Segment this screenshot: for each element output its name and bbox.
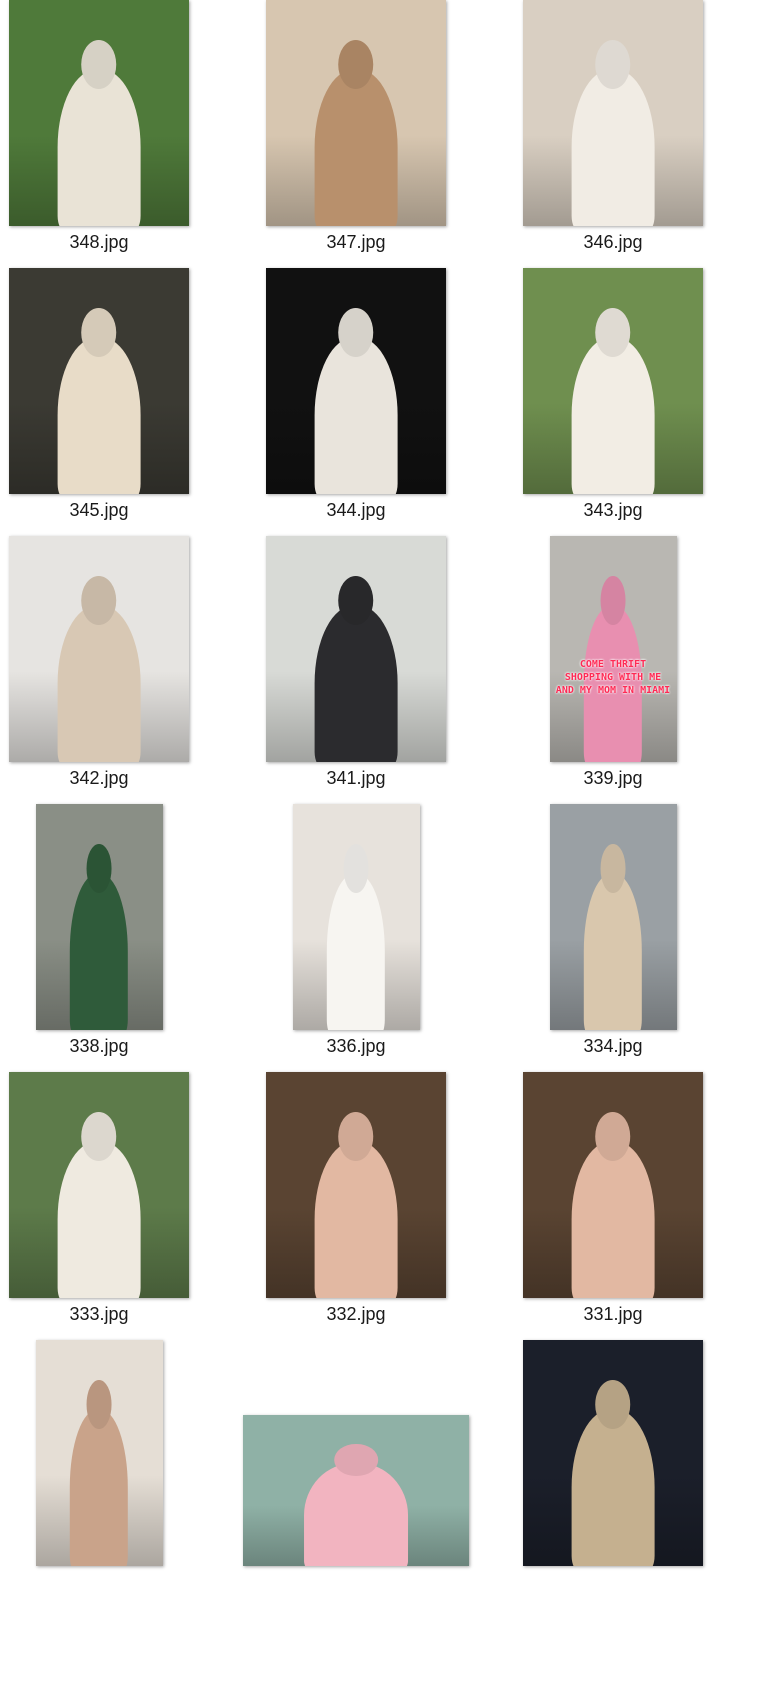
photo-subject [571,1141,655,1298]
file-thumbnail[interactable] [9,536,189,762]
file-thumbnail[interactable] [523,1340,703,1566]
file-name-label[interactable]: 345.jpg [0,500,209,521]
photo-subject [571,69,655,226]
photo-subject [57,1141,141,1298]
photo-subject [69,1409,129,1566]
thumbnail-caption-overlay: COME THRIFT SHOPPING WITH ME AND MY MOM … [555,659,671,697]
file-name-label[interactable]: 331.jpg [503,1304,723,1325]
file-thumbnail[interactable] [35,804,163,1030]
file-item[interactable]: 336.jpg [256,804,512,1072]
file-item[interactable]: 341.jpg [256,536,512,804]
file-item[interactable]: 347.jpg [256,0,512,268]
file-item[interactable]: 334.jpg [512,804,762,1072]
file-thumbnail[interactable] [523,268,703,494]
file-thumbnail[interactable] [9,1072,189,1298]
photo-subject [69,873,129,1030]
file-name-label[interactable]: 347.jpg [246,232,466,253]
photo-subject [583,873,643,1030]
file-name-label[interactable]: 343.jpg [503,500,723,521]
file-thumbnail[interactable] [9,0,189,226]
file-item[interactable]: COME THRIFT SHOPPING WITH ME AND MY MOM … [512,536,762,804]
photo-subject [57,69,141,226]
photo-subject [57,337,141,494]
photo-subject [314,1141,398,1298]
file-item[interactable]: 333.jpg [0,1072,256,1340]
photo-subject [314,69,398,226]
file-name-label[interactable]: 334.jpg [503,1036,723,1057]
file-thumbnail[interactable] [266,1072,446,1298]
file-grid: 348.jpg 347.jpg 346.jpg 345.jpg 344.jpg 343.j… [0,0,762,1698]
file-thumbnail[interactable] [549,804,677,1030]
file-item[interactable]: 343.jpg [512,268,762,536]
file-item[interactable]: 344.jpg [256,268,512,536]
file-name-label[interactable]: 336.jpg [246,1036,466,1057]
file-name-label[interactable]: 332.jpg [246,1304,466,1325]
file-thumbnail[interactable] [523,0,703,226]
file-name-label[interactable]: 339.jpg [503,768,723,789]
file-item[interactable]: 332.jpg [256,1072,512,1340]
file-name-label[interactable]: 346.jpg [503,232,723,253]
file-item[interactable]: 345.jpg [0,268,256,536]
photo-subject [326,873,386,1030]
photo-subject [571,1409,655,1566]
file-item[interactable]: 338.jpg [0,804,256,1072]
file-item[interactable] [512,1340,762,1608]
file-name-label[interactable]: 341.jpg [246,768,466,789]
photo-subject [314,605,398,762]
file-name-label[interactable]: 348.jpg [0,232,209,253]
file-name-label[interactable]: 342.jpg [0,768,209,789]
file-item[interactable] [243,1340,512,1608]
file-thumbnail[interactable]: COME THRIFT SHOPPING WITH ME AND MY MOM … [549,536,677,762]
file-name-label[interactable]: 344.jpg [246,500,466,521]
photo-subject [304,1463,408,1566]
file-item[interactable]: 346.jpg [512,0,762,268]
file-thumbnail[interactable] [523,1072,703,1298]
file-thumbnail[interactable] [243,1415,469,1566]
file-item[interactable]: 348.jpg [0,0,256,268]
file-thumbnail[interactable] [9,268,189,494]
file-item[interactable]: 342.jpg [0,536,256,804]
photo-subject [314,337,398,494]
file-thumbnail[interactable] [266,536,446,762]
file-item[interactable] [0,1340,256,1608]
file-name-label[interactable]: 333.jpg [0,1304,209,1325]
file-thumbnail[interactable] [266,268,446,494]
file-thumbnail[interactable] [266,0,446,226]
file-thumbnail[interactable] [35,1340,163,1566]
file-name-label[interactable]: 338.jpg [0,1036,209,1057]
photo-subject [571,337,655,494]
photo-subject [57,605,141,762]
file-thumbnail[interactable] [292,804,420,1030]
file-item[interactable]: 331.jpg [512,1072,762,1340]
